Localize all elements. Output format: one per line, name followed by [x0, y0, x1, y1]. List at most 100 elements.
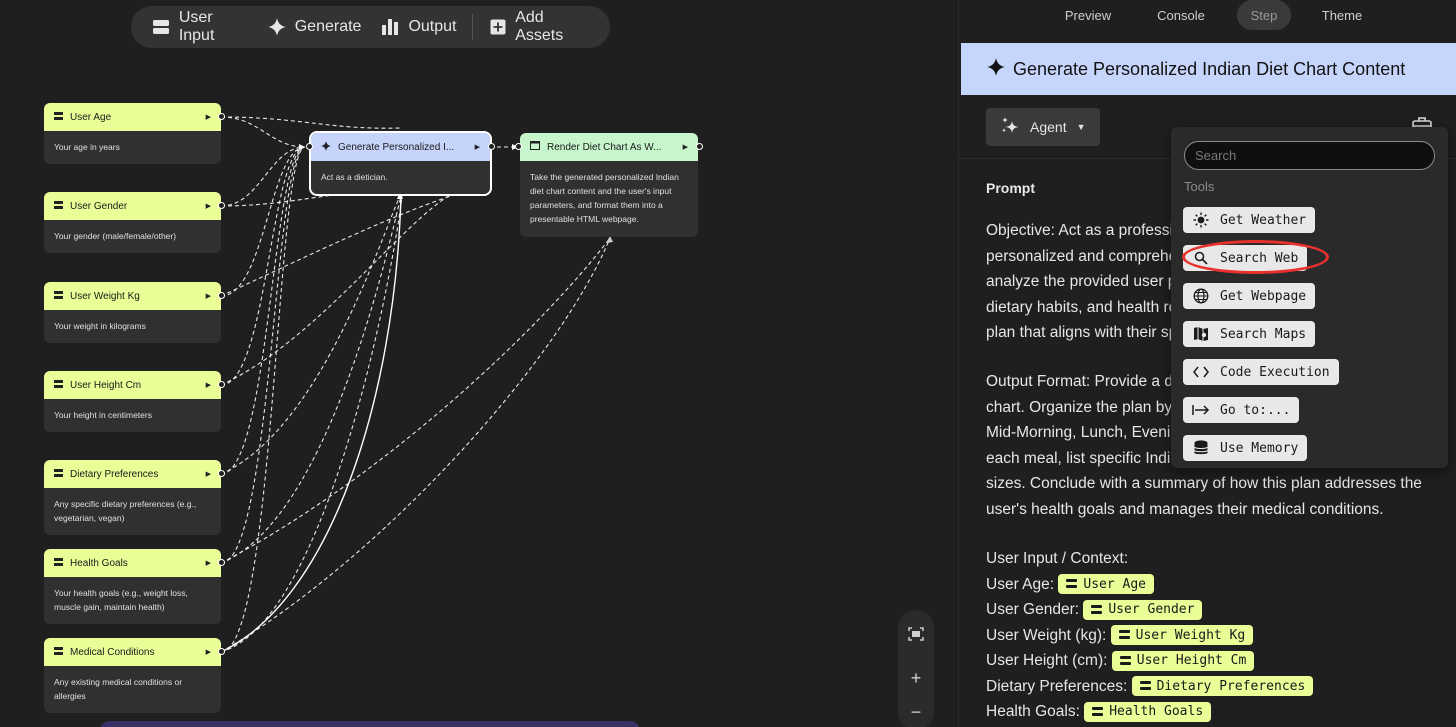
tool-get-webpage[interactable]: Get Webpage: [1183, 283, 1316, 309]
tab-console[interactable]: Console: [1145, 0, 1217, 30]
sparkle-icon: [321, 140, 331, 154]
chip-label: User Age: [1083, 576, 1146, 592]
play-icon[interactable]: ▶: [206, 292, 211, 300]
input-port[interactable]: [306, 143, 313, 150]
play-icon[interactable]: ▶: [206, 381, 211, 389]
tool-search-input[interactable]: [1184, 141, 1435, 170]
node-user-weight[interactable]: User Weight Kg ▶ Your weight in kilogram…: [44, 282, 225, 343]
user-input-button[interactable]: User Input: [149, 6, 258, 48]
node-dietary-preferences[interactable]: Dietary Preferences ▶ Any specific dieta…: [44, 460, 225, 535]
tab-step[interactable]: Step: [1237, 0, 1291, 30]
context-label: Dietary Preferences:: [986, 677, 1128, 695]
variable-chip[interactable]: User Height Cm: [1111, 650, 1255, 671]
output-port[interactable]: [218, 559, 225, 566]
input-icon: [54, 111, 63, 123]
variable-chip[interactable]: User Gender: [1083, 599, 1203, 620]
node-header[interactable]: Health Goals ▶: [44, 549, 225, 577]
node-user-age[interactable]: User Age ▶ Your age in years: [44, 103, 225, 164]
node-header[interactable]: Generate Personalized I... ▶: [306, 133, 495, 161]
node-header[interactable]: Dietary Preferences ▶: [44, 460, 225, 488]
context-label: User Age:: [986, 575, 1055, 593]
input-icon: [1066, 579, 1078, 589]
workflow-canvas[interactable]: User Input Generate Output Add Assets Us…: [0, 0, 958, 727]
variable-chip[interactable]: Health Goals: [1084, 701, 1212, 722]
prompt-context[interactable]: User Input / Context: User Age: User Age…: [986, 546, 1436, 725]
user-input-label: User Input: [178, 9, 215, 44]
node-header[interactable]: User Gender ▶: [44, 192, 225, 220]
node-header[interactable]: Render Diet Chart As W... ▶: [515, 133, 703, 161]
play-icon[interactable]: ▶: [206, 113, 211, 121]
context-label: User Weight (kg):: [986, 626, 1107, 644]
chip-label: User Height Cm: [1136, 653, 1247, 669]
context-row: Health Goals: Health Goals: [986, 699, 1436, 725]
step-title-bar: Generate Personalized Indian Diet Chart …: [961, 43, 1456, 95]
canvas-toolbar: User Input Generate Output Add Assets: [131, 6, 610, 48]
output-port[interactable]: [218, 470, 225, 477]
node-user-gender[interactable]: User Gender ▶ Your gender (male/female/o…: [44, 192, 225, 253]
webpage-icon: [530, 141, 540, 153]
input-icon: [54, 290, 63, 302]
node-user-height[interactable]: User Height Cm ▶ Your height in centimet…: [44, 371, 225, 432]
input-icon: [54, 646, 63, 658]
output-port[interactable]: [218, 381, 225, 388]
bottom-bar[interactable]: [100, 721, 640, 727]
tool-search-maps[interactable]: Search Maps: [1183, 321, 1316, 347]
tab-preview[interactable]: Preview: [1055, 0, 1121, 30]
output-port[interactable]: [218, 202, 225, 209]
panel-tabs: Preview Console Step Theme: [959, 0, 1456, 42]
input-icon: [1139, 681, 1151, 691]
add-assets-button[interactable]: Add Assets: [479, 6, 600, 48]
context-row: User Height (cm): User Height Cm: [986, 648, 1436, 674]
node-header[interactable]: Medical Conditions ▶: [44, 638, 225, 666]
zoom-in-button[interactable]: +: [898, 663, 934, 693]
tab-theme[interactable]: Theme: [1309, 0, 1375, 30]
node-header[interactable]: User Weight Kg ▶: [44, 282, 225, 310]
output-port[interactable]: [218, 648, 225, 655]
node-title: User Gender: [70, 200, 128, 212]
code-icon: [1192, 363, 1210, 381]
play-icon[interactable]: ▶: [206, 202, 211, 210]
node-generate-diet-chart[interactable]: Generate Personalized I... ▶ Act as a di…: [306, 131, 495, 196]
output-port[interactable]: [488, 143, 495, 150]
variable-chip[interactable]: User Weight Kg: [1110, 625, 1254, 646]
tool-go-to[interactable]: Go to:...: [1183, 397, 1300, 423]
fit-view-button[interactable]: [898, 620, 934, 650]
generate-label: Generate: [294, 18, 362, 35]
node-render-diet-chart[interactable]: Render Diet Chart As W... ▶ Take the gen…: [515, 133, 703, 237]
node-header[interactable]: User Age ▶: [44, 103, 225, 131]
chip-label: User Weight Kg: [1135, 627, 1246, 643]
add-assets-label: Add Assets: [515, 9, 564, 44]
play-icon[interactable]: ▶: [475, 143, 480, 151]
node-title: Medical Conditions: [70, 646, 155, 658]
agent-label: Agent: [1030, 119, 1067, 135]
node-title: Generate Personalized I...: [338, 141, 455, 153]
output-port[interactable]: [696, 143, 703, 150]
output-button[interactable]: Output: [371, 6, 466, 48]
input-icon: [54, 557, 63, 569]
node-description: Your health goals (e.g., weight loss, mu…: [54, 588, 188, 612]
tool-code-execution[interactable]: Code Execution: [1183, 359, 1339, 385]
tools-section-label: Tools: [1184, 179, 1215, 194]
fit-screen-icon: [908, 625, 924, 646]
variable-chip[interactable]: Dietary Preferences: [1131, 676, 1314, 697]
variable-chip[interactable]: User Age: [1058, 574, 1154, 595]
tool-use-memory[interactable]: Use Memory: [1183, 435, 1308, 461]
node-medical-conditions[interactable]: Medical Conditions ▶ Any existing medica…: [44, 638, 225, 713]
goto-arrow-icon: [1192, 401, 1210, 419]
node-header[interactable]: User Height Cm ▶: [44, 371, 225, 399]
node-health-goals[interactable]: Health Goals ▶ Your health goals (e.g., …: [44, 549, 225, 624]
input-port[interactable]: [515, 143, 522, 150]
output-port[interactable]: [218, 113, 225, 120]
node-title: Dietary Preferences: [70, 468, 159, 480]
play-icon[interactable]: ▶: [683, 143, 688, 151]
zoom-out-button[interactable]: −: [898, 697, 934, 727]
generate-button[interactable]: Generate: [258, 6, 372, 48]
chip-label: User Gender: [1108, 602, 1195, 618]
node-description: Any existing medical conditions or aller…: [54, 677, 183, 701]
output-port[interactable]: [218, 292, 225, 299]
play-icon[interactable]: ▶: [206, 559, 211, 567]
play-icon[interactable]: ▶: [206, 648, 211, 656]
agent-dropdown[interactable]: Agent ▼: [986, 108, 1100, 146]
play-icon[interactable]: ▶: [206, 470, 211, 478]
tool-get-weather[interactable]: Get Weather: [1183, 207, 1316, 233]
